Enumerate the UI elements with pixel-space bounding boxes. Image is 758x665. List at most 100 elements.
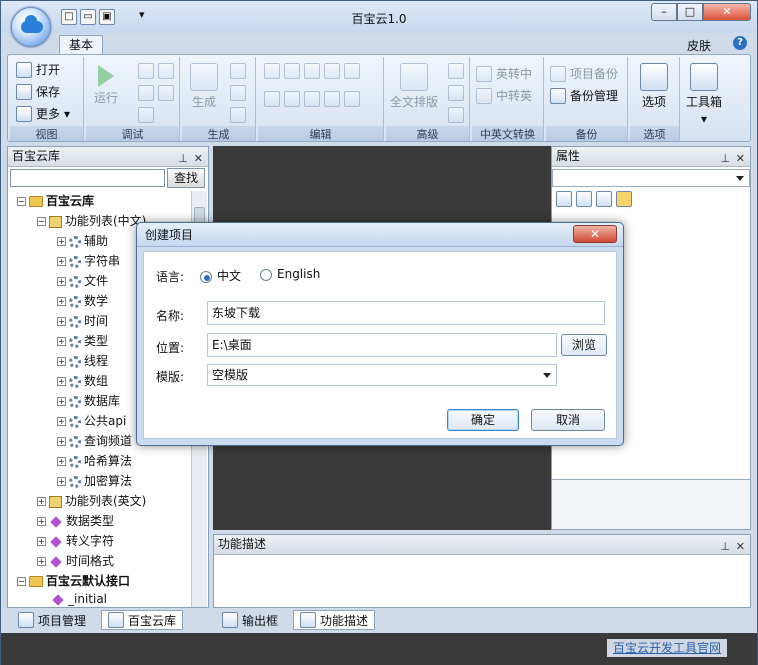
cut-icon[interactable] [264,63,360,79]
advanced-icon-1[interactable] [448,63,464,79]
radio-chinese[interactable]: 中文 [200,267,241,284]
tree-func-cn[interactable]: − 功能列表(中文) [37,212,146,229]
diamond-icon [50,555,62,568]
name-input[interactable]: 东坡下载 [207,301,605,325]
redo-icon [284,91,300,107]
group-view: 打开 保存 更多 ▾ 视图 [10,57,84,141]
tree-item[interactable]: + 辅助 [57,232,108,249]
tab-basic[interactable]: 基本 [59,35,103,55]
format-all-button[interactable]: 全文排版 [390,63,438,110]
module-icon [69,375,81,388]
build-icon [190,63,218,91]
ribbon: 打开 保存 更多 ▾ 视图 运行 调试 生成 生成 编辑 全文排版 高级 英转中… [7,54,751,142]
maximize-button[interactable]: □ [677,3,703,21]
build-option-icon[interactable] [230,63,246,79]
select-all-icon [344,63,360,79]
tree-item[interactable]: + 线程 [57,352,108,369]
function-list-icon [49,215,62,228]
stop-icon[interactable] [138,107,154,123]
options-button[interactable]: 选项 [640,63,668,110]
dialog-close-button[interactable]: ✕ [573,225,617,243]
object-selector[interactable] [552,169,750,187]
tree-item[interactable]: + 时间格式 [37,552,114,569]
location-input[interactable]: E:\桌面 [207,333,557,357]
group-label-view: 视图 [10,126,83,141]
more-button[interactable]: 更多 ▾ [16,105,70,122]
tree-item[interactable]: + 转义字符 [37,532,114,549]
tab-description[interactable]: 功能描述 [293,610,376,630]
group-label-convert: 中英文转换 [472,126,543,141]
ok-button[interactable]: 确定 [447,409,519,431]
properties-panel-title: 属性 ⊥ ✕ [552,147,750,167]
name-label: 名称: [156,309,185,323]
cn-to-en-button[interactable]: 中转英 [476,87,532,104]
tree-item[interactable]: + 类型 [57,332,108,349]
panel-close-icon[interactable]: ✕ [736,537,745,556]
library-icon [108,612,125,628]
tree-item[interactable]: + 数据库 [57,392,120,409]
en-to-cn-button[interactable]: 英转中 [476,65,532,82]
close-button[interactable]: ✕ [703,3,751,21]
panel-close-icon[interactable]: ✕ [194,149,203,168]
tree-item[interactable]: + 查询频道 [57,432,132,449]
tab-project-manager[interactable]: 项目管理 [11,610,93,630]
official-site-link[interactable]: 百宝云开发工具官网 [606,639,727,657]
breakpoint-icon[interactable] [138,85,174,101]
properties-icon[interactable] [596,191,612,207]
library-search-input[interactable] [10,169,165,187]
step-icon[interactable] [138,63,174,79]
window-title: 百宝云1.0 [351,12,407,26]
categorized-icon[interactable] [556,191,572,207]
save-button[interactable]: 保存 [16,83,60,100]
radio-icon [260,268,272,281]
open-button[interactable]: 打开 [16,61,60,78]
events-icon[interactable] [616,191,632,207]
tree-item[interactable]: + 文件 [57,272,108,289]
module-icon [69,395,81,408]
browse-button[interactable]: 浏览 [561,334,607,356]
backup-icon [550,65,566,82]
group-label-edit: 编辑 [258,126,383,141]
tree-item[interactable]: + 加密算法 [57,472,132,489]
alphabetical-icon[interactable] [576,191,592,207]
template-select[interactable]: 空模版 [207,364,557,386]
tab-library[interactable]: 百宝云库 [101,610,184,630]
help-icon[interactable]: ? [733,36,747,50]
radio-english[interactable]: English [260,267,320,281]
pin-icon[interactable]: ⊥ [720,149,730,168]
run-button[interactable]: 运行 [94,65,118,106]
pin-icon[interactable]: ⊥ [720,537,730,556]
pin-icon[interactable]: ⊥ [178,149,188,168]
tab-output[interactable]: 输出框 [215,610,285,630]
ribbon-tab-bar: 基本 皮肤 ? [1,33,757,55]
tree-item[interactable]: + 数组 [57,372,108,389]
skin-menu[interactable]: 皮肤 [687,37,711,54]
tree-item[interactable]: + 时间 [57,312,108,329]
cancel-button[interactable]: 取消 [531,409,605,431]
tree-root[interactable]: − 百宝云库 [17,192,94,209]
panel-close-icon[interactable]: ✕ [736,149,745,168]
advanced-icon-2[interactable] [448,85,464,101]
tree-item[interactable]: + 数据类型 [37,512,114,529]
toolbox-button[interactable]: 工具箱 ▾ [686,63,722,126]
minimize-button[interactable]: – [651,3,677,21]
convert-icon [476,87,492,104]
undo-icon[interactable] [264,91,360,107]
backup-manage-button[interactable]: 备份管理 [550,87,618,104]
tree-item[interactable]: + 数学 [57,292,108,309]
tree-item[interactable]: + 公共api [57,412,126,429]
library-search-button[interactable]: 查找 [167,168,205,188]
tree-item[interactable]: + 字符串 [57,252,120,269]
tree-item[interactable]: + 哈希算法 [57,452,132,469]
main-window: □ ▭ ▣ ▾ 百宝云1.0 – □ ✕ 基本 皮肤 ? 打开 保存 更多 ▾ 视… [0,0,758,665]
advanced-icon-3[interactable] [448,107,464,123]
play-icon [98,65,114,87]
description-icon [300,612,317,628]
build-button[interactable]: 生成 [190,63,218,110]
tree-item[interactable]: _initial [51,592,107,606]
project-backup-button[interactable]: 项目备份 [550,65,618,82]
brush-icon[interactable] [230,85,246,101]
package-icon[interactable] [230,107,246,123]
tree-default-api[interactable]: − 百宝云默认接口 [17,572,130,589]
tree-func-en[interactable]: + 功能列表(英文) [37,492,146,509]
